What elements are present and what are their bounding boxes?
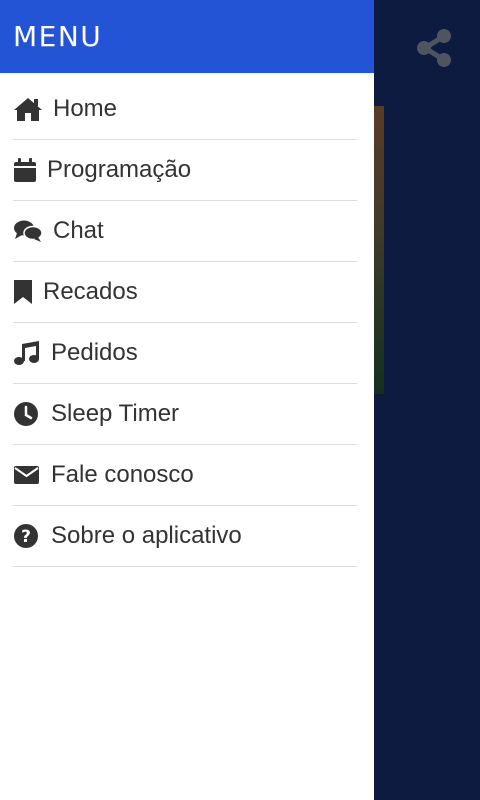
menu-item-sobre[interactable]: ? Sobre o aplicativo <box>13 506 357 567</box>
menu-item-label: Sleep Timer <box>51 400 180 427</box>
home-icon <box>13 95 43 123</box>
menu-item-home[interactable]: Home <box>13 79 357 140</box>
svg-text:?: ? <box>21 527 31 547</box>
menu-item-label: Recados <box>43 278 138 305</box>
music-note-icon <box>13 339 41 367</box>
menu-item-label: Pedidos <box>51 339 138 366</box>
menu-item-label: Sobre o aplicativo <box>51 522 242 549</box>
menu-item-label: Home <box>53 95 118 122</box>
share-icon <box>417 29 451 67</box>
menu-item-label: Chat <box>53 217 104 244</box>
navigation-drawer: MENU Home Programação Chat Recados Pedid… <box>0 0 374 800</box>
envelope-icon <box>13 461 41 489</box>
calendar-icon <box>13 156 37 184</box>
app-screen: MENU Home Programação Chat Recados Pedid… <box>0 0 480 800</box>
menu-item-label: Programação <box>47 156 192 183</box>
menu-list: Home Programação Chat Recados Pedidos Sl… <box>0 73 374 567</box>
menu-item-programacao[interactable]: Programação <box>13 140 357 201</box>
drawer-title: MENU <box>13 20 103 53</box>
chat-bubbles-icon <box>13 217 43 245</box>
clock-icon <box>13 400 41 428</box>
menu-item-fale-conosco[interactable]: Fale conosco <box>13 445 357 506</box>
menu-item-recados[interactable]: Recados <box>13 262 357 323</box>
menu-item-label: Fale conosco <box>51 461 194 488</box>
menu-item-pedidos[interactable]: Pedidos <box>13 323 357 384</box>
share-button[interactable] <box>412 26 456 70</box>
drawer-header: MENU <box>0 0 374 73</box>
menu-item-chat[interactable]: Chat <box>13 201 357 262</box>
bookmark-icon <box>13 278 33 306</box>
menu-item-sleep-timer[interactable]: Sleep Timer <box>13 384 357 445</box>
question-circle-icon: ? <box>13 522 41 550</box>
